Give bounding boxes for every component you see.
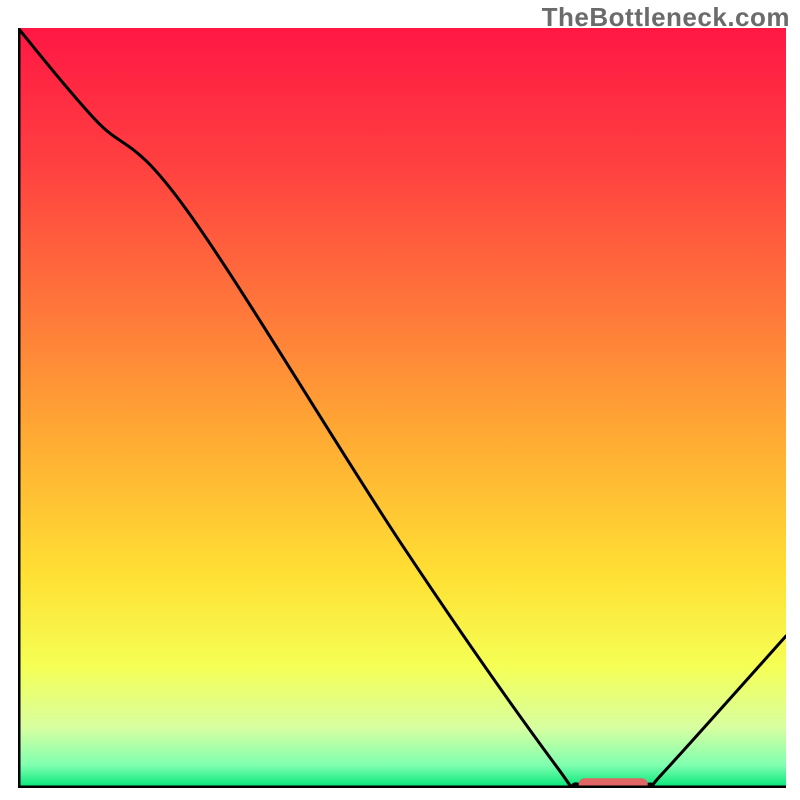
chart-svg bbox=[18, 28, 786, 788]
chart-stage: TheBottleneck.com bbox=[0, 0, 800, 800]
gradient-background bbox=[18, 28, 786, 788]
plot-area bbox=[18, 28, 786, 788]
